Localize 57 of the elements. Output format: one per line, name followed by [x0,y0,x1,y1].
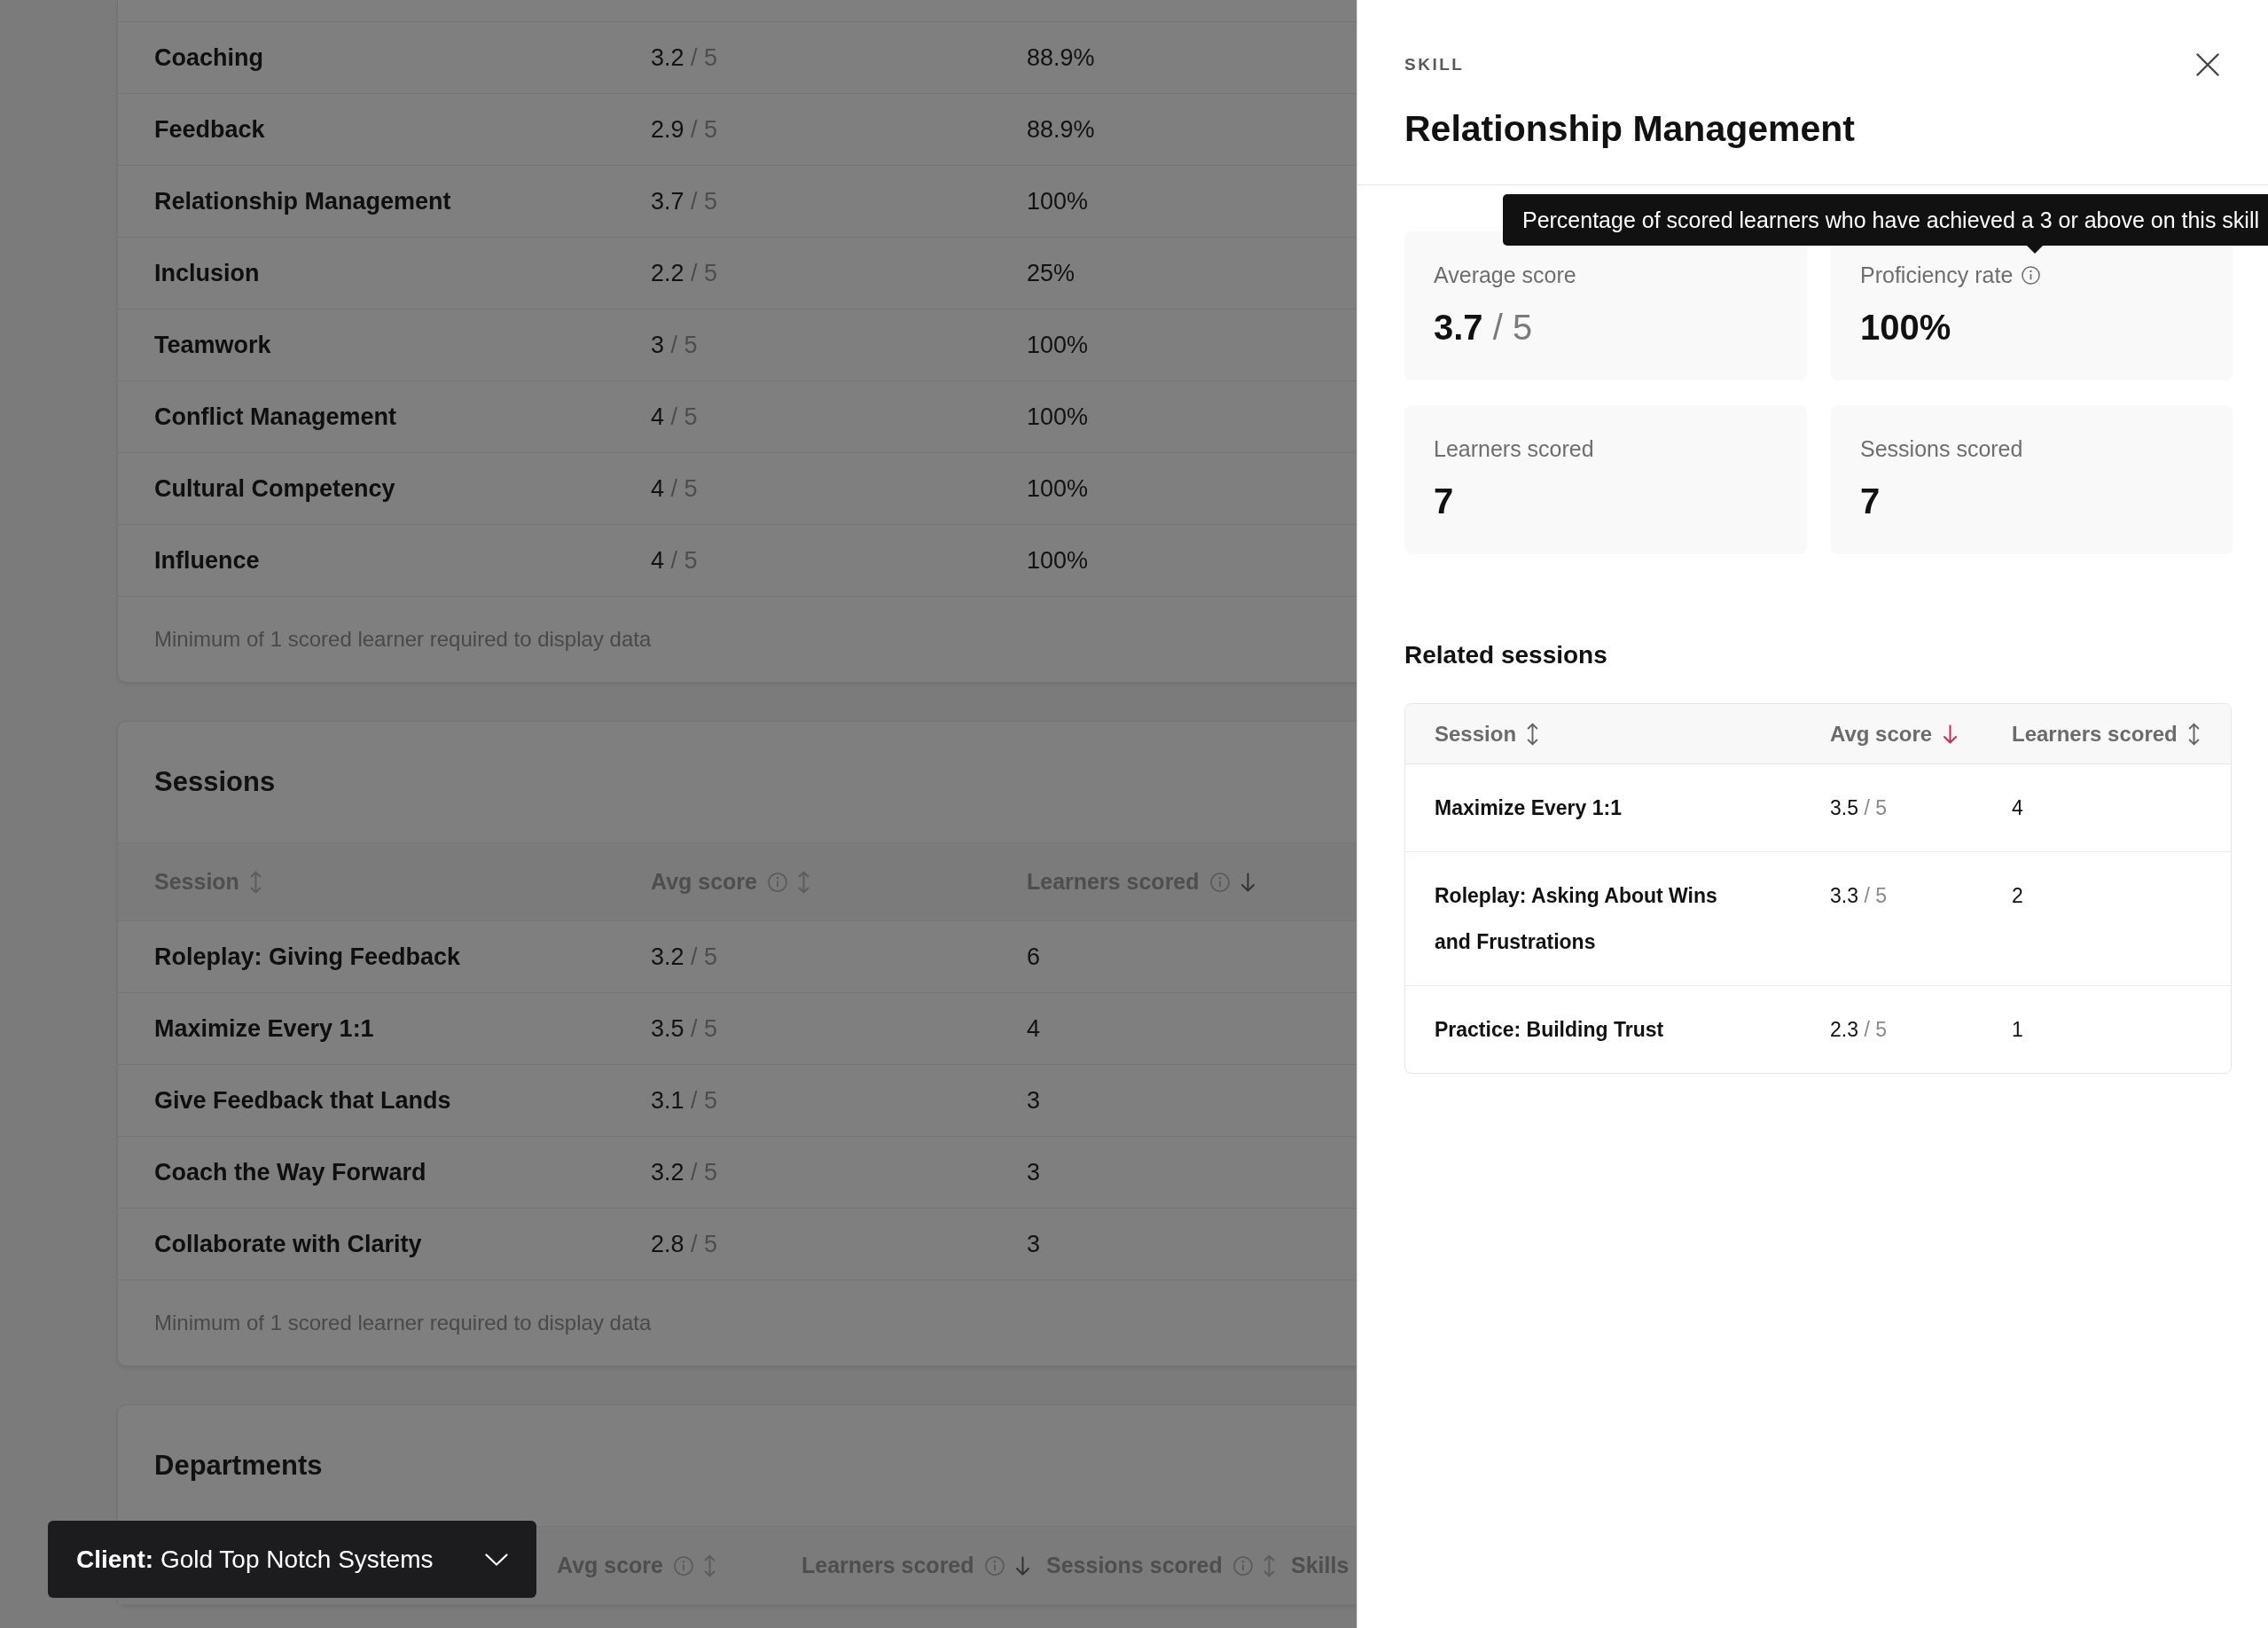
table-cell: 3 [1027,1230,1041,1258]
stat-value: 7 [1860,481,1881,522]
column-header[interactable]: Session [1435,721,1539,747]
table-cell-text: Practice: Building Trust [1435,1017,1664,1043]
table-cell: Cultural Competency [154,474,395,503]
info-icon[interactable] [2022,265,2041,285]
table-cell-text: 4 [2012,795,2023,821]
table-cell: 88.9% [1027,43,1095,72]
client-dropdown[interactable]: Client: Gold Top Notch Systems [48,1521,536,1598]
table-cell: 25% [1027,259,1075,287]
stat-value: 7 [1434,481,1454,522]
panel-title: Relationship Management [1404,107,1856,151]
table-cell-text: 2.3 / 5 [1830,1017,1887,1043]
table-cell: 6 [1027,943,1041,971]
close-icon [2196,53,2219,76]
table-cell: Influence [154,546,260,575]
table-cell: Feedback [154,115,265,144]
table-cell: Inclusion [154,259,260,287]
chevron-down-icon [485,1553,508,1566]
stat-label: Learners scored [1434,435,1594,462]
table-cell: 3 [1027,1158,1041,1186]
table-cell: Coaching [154,43,263,72]
section-title: Related sessions [1404,640,1608,670]
table-cell: Collaborate with Clarity [154,1230,422,1258]
column-header[interactable]: Avg score [1830,721,1959,747]
stat-value: 3.7 / 5 [1434,307,1533,348]
table-cell: Maximize Every 1:1 [154,1014,374,1043]
stat-label: Proficiency rate [1860,262,2014,288]
table-cell-text: Roleplay: Asking About Wins and Frustrations [1435,883,1718,955]
stat-value: 100% [1860,307,1951,348]
eyebrow-label: SKILL [1404,55,1465,74]
table-cell: 88.9% [1027,115,1095,144]
table-cell: 4 [1027,1014,1041,1043]
table-cell-text: 1 [2012,1017,2023,1043]
stat-label: Average score [1434,262,1576,288]
section-title: Departments [154,1450,323,1482]
table-cell: 100% [1027,474,1089,503]
table-cell-text: 2 [2012,883,2023,909]
table-cell: Relationship Management [154,187,451,215]
table-cell: Give Feedback that Lands [154,1086,451,1115]
table-cell-text: Maximize Every 1:1 [1435,795,1622,821]
table-cell: 100% [1027,403,1089,431]
table-cell: 100% [1027,187,1089,215]
stat-label: Sessions scored [1860,435,2023,462]
table-cell: Conflict Management [154,403,397,431]
column-header[interactable]: Learners scored [2012,721,2200,747]
tooltip: Percentage of scored learners who have achieved a 3 or above on this skill [1502,194,2268,246]
table-cell: Teamwork [154,331,271,359]
table-cell: 100% [1027,331,1089,359]
table-cell: 3 [1027,1086,1041,1115]
triangle-icon [2027,246,2043,254]
section-title: Sessions [154,766,276,798]
table-cell: 100% [1027,546,1089,575]
table-cell: Roleplay: Giving Feedback [154,943,461,971]
table-cell-text: 3.3 / 5 [1830,883,1887,909]
table-cell-text: 3.5 / 5 [1830,795,1887,821]
table-cell: Coach the Way Forward [154,1158,426,1186]
